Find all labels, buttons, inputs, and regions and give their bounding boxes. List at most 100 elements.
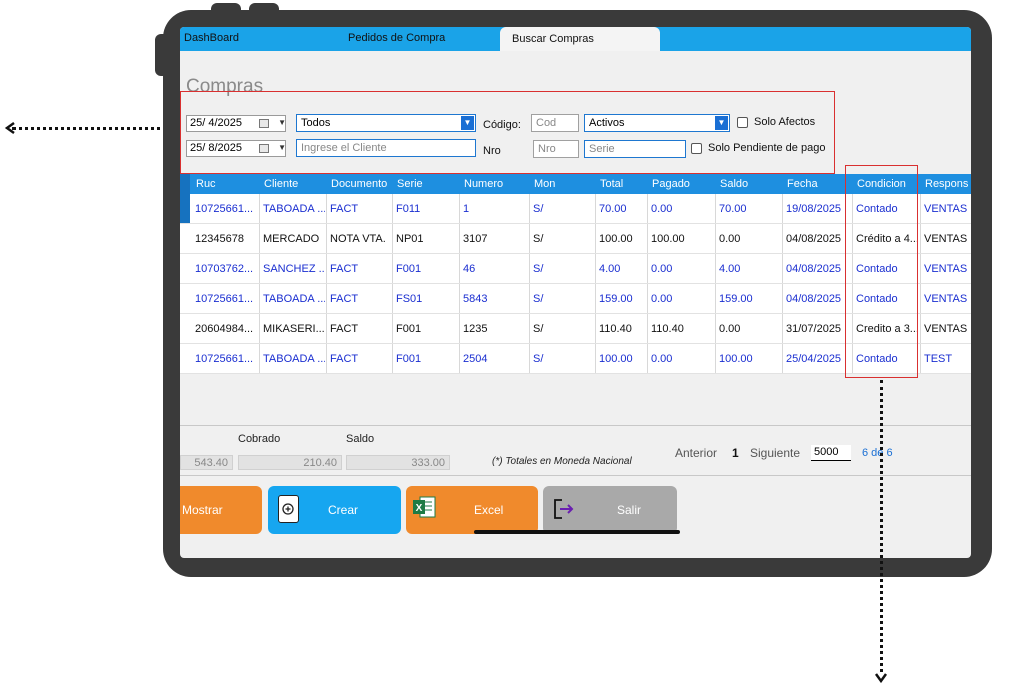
table-cell: VENTAS R	[924, 263, 971, 275]
column-header[interactable]: Ruc	[196, 178, 216, 190]
arrow-left-icon	[4, 121, 15, 135]
excel-button[interactable]: X Excel	[406, 486, 538, 534]
table-cell: 1235	[463, 323, 488, 335]
exit-icon	[554, 499, 574, 519]
table-cell: F001	[396, 323, 422, 335]
divider	[180, 425, 971, 426]
pager-current-page: 1	[732, 446, 739, 460]
table-cell: 1	[463, 203, 470, 215]
cod-input[interactable]: Cod	[531, 114, 579, 132]
solo-pendiente-label: Solo Pendiente de pago	[708, 142, 826, 154]
table-cell: 3107	[463, 233, 488, 245]
device-side-button	[155, 34, 167, 76]
table-cell: 10725661...	[195, 293, 254, 305]
table-cell: 04/08/2025	[786, 233, 842, 245]
crear-button[interactable]: Crear	[268, 486, 401, 534]
dotted-line	[880, 380, 883, 672]
mostrar-label: Mostrar	[182, 503, 223, 517]
calendar-icon	[259, 144, 269, 153]
cobrado-value: 210.40	[238, 455, 342, 470]
row-selector[interactable]	[180, 194, 190, 224]
column-header[interactable]: Pagado	[652, 178, 690, 190]
table-cell: 70.00	[599, 203, 627, 215]
table-cell: 0.00	[651, 263, 673, 275]
table-cell: 100.00	[599, 233, 633, 245]
table-cell: 0.00	[651, 293, 673, 305]
condicion-highlight	[845, 165, 918, 378]
strike-line	[474, 530, 680, 534]
table-cell: 0.00	[651, 353, 673, 365]
pager-anterior[interactable]: Anterior	[675, 446, 717, 460]
table-cell: FACT	[330, 203, 359, 215]
table-cell: TEST	[924, 353, 953, 365]
estado-select[interactable]: Activos ▼	[584, 114, 730, 132]
header-row-selector	[180, 174, 190, 194]
column-header[interactable]: Saldo	[720, 178, 748, 190]
solo-afectos-checkbox[interactable]	[737, 117, 748, 128]
table-cell: FACT	[330, 293, 359, 305]
date-to-value: 25/ 8/2025	[190, 142, 242, 154]
table-cell: 4.00	[719, 263, 741, 275]
excel-label: Excel	[474, 503, 504, 517]
column-header[interactable]: Respons	[925, 178, 968, 190]
table-cell: FS01	[396, 293, 423, 305]
salir-label: Salir	[617, 503, 642, 517]
serie-input[interactable]: Serie	[584, 140, 686, 158]
table-cell: SANCHEZ ...	[263, 263, 325, 275]
serie-placeholder: Serie	[589, 143, 615, 155]
table-cell: NP01	[396, 233, 424, 245]
column-header[interactable]: Mon	[534, 178, 555, 190]
table-cell: MERCADO	[263, 233, 320, 245]
type-select-value: Todos	[301, 117, 331, 129]
pager-siguiente[interactable]: Siguiente	[750, 446, 800, 460]
table-cell: VENTAS R	[924, 293, 971, 305]
table-cell: MIKASERI...	[263, 323, 325, 335]
page-size-input[interactable]: 5000	[811, 445, 851, 461]
tab-buscar-compras[interactable]: Buscar Compras	[500, 27, 660, 51]
solo-pendiente-checkbox[interactable]	[691, 143, 702, 154]
cod-placeholder: Cod	[536, 117, 557, 129]
date-from-picker[interactable]: 25/ 4/2025 ▼	[186, 115, 286, 132]
table-cell: 20604984...	[195, 323, 254, 335]
nro-input[interactable]: Nro	[533, 140, 579, 158]
column-header[interactable]: Numero	[464, 178, 503, 190]
type-select[interactable]: Todos ▼	[296, 114, 476, 132]
solo-afectos-label: Solo Afectos	[754, 116, 816, 128]
tab-dashboard[interactable]: DashBoard	[184, 32, 239, 44]
column-header[interactable]: Serie	[397, 178, 423, 190]
client-input-placeholder: Ingrese el Cliente	[301, 142, 387, 154]
table-cell: TABOADA ...	[263, 203, 325, 215]
chevron-down-icon: ▼	[278, 118, 286, 127]
table-cell: 2504	[463, 353, 488, 365]
table-cell: 10703762...	[195, 263, 254, 275]
table-cell: 100.00	[719, 353, 753, 365]
salir-button[interactable]: Salir	[543, 486, 677, 534]
mostrar-button[interactable]: Mostrar	[180, 486, 262, 534]
date-to-picker[interactable]: 25/ 8/2025 ▼	[186, 140, 286, 157]
client-input[interactable]: Ingrese el Cliente	[296, 139, 476, 157]
codigo-label: Código:	[483, 119, 521, 131]
device-button	[249, 3, 279, 15]
table-cell: 10725661...	[195, 203, 254, 215]
table-cell: 19/08/2025	[786, 203, 842, 215]
table-cell: 5843	[463, 293, 488, 305]
table-cell: FACT	[330, 353, 359, 365]
table-cell: 0.00	[719, 323, 741, 335]
column-header[interactable]: Total	[600, 178, 623, 190]
column-header[interactable]: Fecha	[787, 178, 818, 190]
saldo-label: Saldo	[346, 433, 375, 445]
table-cell: F001	[396, 263, 422, 275]
table-cell: F011	[396, 203, 421, 215]
dropdown-arrow-icon: ▼	[715, 116, 728, 130]
nro-label: Nro	[483, 145, 501, 157]
column-header[interactable]: Documento	[331, 178, 387, 190]
column-header[interactable]: Cliente	[264, 178, 298, 190]
saldo-value: 333.00	[346, 455, 450, 470]
estado-select-value: Activos	[589, 117, 625, 129]
arrow-down-icon	[874, 673, 888, 684]
tab-pedidos-de-compra[interactable]: Pedidos de Compra	[348, 32, 445, 44]
table-cell: 110.40	[599, 323, 632, 335]
crear-label: Crear	[328, 503, 359, 517]
date-from-value: 25/ 4/2025	[190, 117, 242, 129]
table-cell: TABOADA ...	[263, 293, 325, 305]
